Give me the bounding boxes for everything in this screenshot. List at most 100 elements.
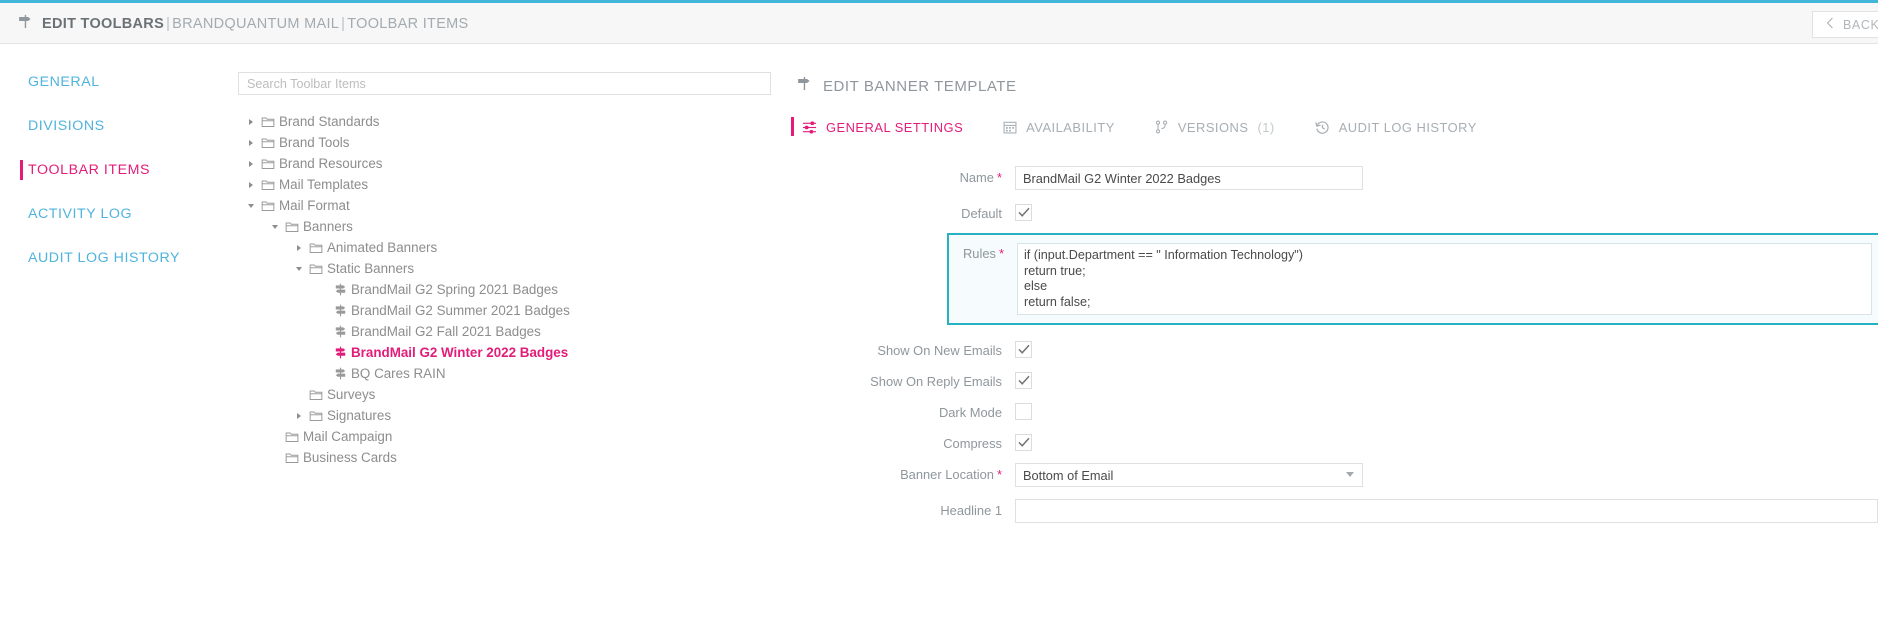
tree-item[interactable]: Mail Campaign (238, 426, 783, 447)
tree-item[interactable]: Brand Tools (238, 132, 783, 153)
dark-mode-label: Dark Mode (938, 405, 1002, 420)
folder-icon (257, 136, 279, 150)
signpost-icon (797, 76, 812, 96)
chevron-down-icon[interactable] (292, 267, 305, 271)
signpost-icon (329, 325, 351, 338)
name-input[interactable] (1015, 166, 1363, 190)
search-input[interactable] (238, 72, 771, 95)
sidebar-item-activity-log[interactable]: ACTIVITY LOG (0, 192, 235, 236)
tree-item-label: BrandMail G2 Spring 2021 Badges (351, 282, 558, 297)
chevron-right-icon[interactable] (244, 161, 257, 167)
folder-icon (305, 388, 327, 402)
tab-count: (1) (1257, 119, 1275, 135)
folder-icon (305, 262, 327, 276)
default-checkbox[interactable] (1015, 204, 1032, 221)
name-label: Name * (959, 170, 1002, 185)
breadcrumb-item-2[interactable]: TOOLBAR ITEMS (347, 16, 468, 32)
tree-item-label: Mail Format (279, 198, 350, 213)
required-marker: * (998, 246, 1004, 261)
tree-item-label: Signatures (327, 408, 392, 423)
chevron-down-icon[interactable] (268, 225, 281, 229)
folder-icon (305, 409, 327, 423)
dark-mode-checkbox[interactable] (1015, 403, 1032, 420)
back-button[interactable]: BACK (1812, 11, 1878, 38)
default-field-row: Default (797, 202, 1878, 221)
edit-banner-template-panel: EDIT BANNER TEMPLATE GENERAL SETTINGS AVA… (790, 72, 1878, 535)
headline-1-input[interactable] (1015, 499, 1878, 523)
sidebar-item-label: TOOLBAR ITEMS (28, 162, 150, 178)
banner-location-row: Banner Location * (797, 463, 1878, 487)
banner-location-select[interactable] (1015, 463, 1363, 487)
calendar-icon (1003, 120, 1017, 134)
tree-item[interactable]: Signatures (238, 405, 783, 426)
default-label: Default (961, 206, 1002, 221)
tab-general-settings[interactable]: GENERAL SETTINGS (790, 114, 963, 140)
chevron-down-icon[interactable] (244, 204, 257, 208)
tree-item[interactable]: Banners (238, 216, 783, 237)
folder-icon (281, 430, 303, 444)
sidebar-item-label: ACTIVITY LOG (28, 206, 133, 222)
signpost-icon (329, 367, 351, 380)
chevron-left-icon (1826, 17, 1834, 32)
tree-item[interactable]: BrandMail G2 Fall 2021 Badges (238, 321, 783, 342)
tab-availability[interactable]: AVAILABILITY (1003, 114, 1115, 140)
show-on-new-emails-checkbox[interactable] (1015, 341, 1032, 358)
rules-textarea[interactable] (1017, 243, 1872, 315)
signpost-icon (329, 304, 351, 317)
rules-label: Rules * (963, 246, 1004, 261)
folder-icon (257, 115, 279, 129)
tree-item[interactable]: Brand Resources (238, 153, 783, 174)
rules-field-row: Rules * (947, 233, 1878, 325)
tab-versions[interactable]: VERSIONS (1) (1155, 114, 1275, 140)
sidebar-item-audit-log-history[interactable]: AUDIT LOG HISTORY (0, 236, 235, 280)
tree-item-label: Surveys (327, 387, 376, 402)
tree-item[interactable]: Mail Format (238, 195, 783, 216)
compress-checkbox[interactable] (1015, 434, 1032, 451)
chevron-down-icon[interactable] (1346, 472, 1354, 477)
breadcrumb-item-1[interactable]: BRANDQUANTUM MAIL (172, 16, 339, 32)
folder-icon (281, 451, 303, 465)
signpost-icon (18, 14, 33, 34)
tree-item-label: Mail Templates (279, 177, 369, 192)
tree-item-label: Brand Resources (279, 156, 383, 171)
chevron-right-icon[interactable] (244, 119, 257, 125)
show-on-new-emails-label: Show On New Emails (877, 343, 1002, 358)
chevron-right-icon[interactable] (292, 245, 305, 251)
signpost-icon (329, 283, 351, 296)
sidebar-item-general[interactable]: GENERAL (0, 60, 235, 104)
headline-1-row: Headline 1 (797, 499, 1878, 523)
tree-item-label: Animated Banners (327, 240, 438, 255)
tree-item[interactable]: BrandMail G2 Summer 2021 Badges (238, 300, 783, 321)
tree-item[interactable]: Animated Banners (238, 237, 783, 258)
tree-item[interactable]: BrandMail G2 Spring 2021 Badges (238, 279, 783, 300)
tree-item[interactable]: Mail Templates (238, 174, 783, 195)
breadcrumb: EDIT TOOLBARS | BRANDQUANTUM MAIL | TOOLBAR … (18, 3, 469, 44)
chevron-right-icon[interactable] (244, 140, 257, 146)
folder-icon (257, 178, 279, 192)
tree-item[interactable]: Surveys (238, 384, 783, 405)
tree-item[interactable]: BQ Cares RAIN (238, 363, 783, 384)
tab-label: AUDIT LOG HISTORY (1338, 119, 1477, 135)
tab-audit-log-history[interactable]: AUDIT LOG HISTORY (1314, 114, 1477, 140)
tree-item-label: Static Banners (327, 261, 415, 276)
headline-1-label: Headline 1 (940, 503, 1002, 518)
back-button-label: BACK (1843, 17, 1878, 32)
tree-item[interactable]: Static Banners (238, 258, 783, 279)
sidebar-item-toolbar-items[interactable]: TOOLBAR ITEMS (0, 148, 235, 192)
tree-item-label: Banners (303, 219, 353, 234)
show-on-reply-emails-checkbox[interactable] (1015, 372, 1032, 389)
tree-item[interactable]: Brand Standards (238, 111, 783, 132)
chevron-right-icon[interactable] (292, 413, 305, 419)
tree-item-label: BQ Cares RAIN (351, 366, 446, 381)
chevron-right-icon[interactable] (244, 182, 257, 188)
history-icon (1314, 120, 1330, 135)
page-title: EDIT BANNER TEMPLATE (823, 77, 1017, 95)
compress-row: Compress (797, 432, 1878, 451)
tree-item[interactable]: Business Cards (238, 447, 783, 468)
show-on-new-emails-row: Show On New Emails (797, 339, 1878, 358)
breadcrumb-item-0[interactable]: EDIT TOOLBARS (42, 16, 164, 32)
sidebar-item-divisions[interactable]: DIVISIONS (0, 104, 235, 148)
tree-item[interactable]: BrandMail G2 Winter 2022 Badges (238, 342, 783, 363)
folder-icon (257, 157, 279, 171)
folder-icon (257, 199, 279, 213)
